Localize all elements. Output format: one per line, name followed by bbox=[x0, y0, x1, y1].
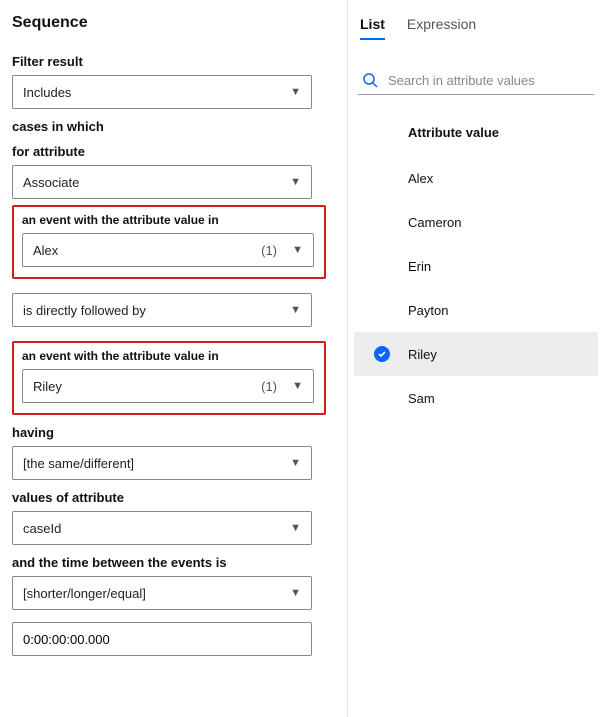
values-of-attribute-label: values of attribute bbox=[12, 490, 335, 505]
for-attribute-select[interactable]: Associate ▼ bbox=[12, 165, 312, 199]
time-between-select[interactable]: [shorter/longer/equal] ▼ bbox=[12, 576, 312, 610]
attribute-panel: List Expression Attribute value Alex Came… bbox=[348, 0, 606, 717]
page-title: Sequence bbox=[12, 14, 335, 32]
list-item-label: Erin bbox=[408, 259, 431, 274]
list-item-label: Riley bbox=[408, 347, 437, 362]
search-icon bbox=[362, 72, 378, 88]
event2-group: an event with the attribute value in Ril… bbox=[12, 341, 326, 415]
time-between-label: and the time between the events is bbox=[12, 555, 335, 570]
filter-result-value: Includes bbox=[23, 85, 301, 100]
event2-count: (1) bbox=[261, 379, 277, 394]
chevron-down-icon: ▼ bbox=[290, 457, 301, 469]
event2-label: an event with the attribute value in bbox=[22, 349, 316, 363]
duration-field[interactable] bbox=[23, 632, 301, 647]
check-icon bbox=[374, 346, 390, 362]
list-item[interactable]: Erin bbox=[354, 244, 598, 288]
list-item-label: Cameron bbox=[408, 215, 461, 230]
event1-group: an event with the attribute value in Ale… bbox=[12, 205, 326, 279]
event1-label: an event with the attribute value in bbox=[22, 213, 316, 227]
list-item-label: Alex bbox=[408, 171, 433, 186]
event1-select[interactable]: Alex (1) ▼ bbox=[22, 233, 314, 267]
tab-expression[interactable]: Expression bbox=[407, 16, 476, 40]
sequence-panel: Sequence Filter result Includes ▼ cases … bbox=[0, 0, 348, 717]
followed-by-select[interactable]: is directly followed by ▼ bbox=[12, 293, 312, 327]
duration-input[interactable] bbox=[12, 622, 312, 656]
chevron-down-icon: ▼ bbox=[290, 86, 301, 98]
filter-result-label: Filter result bbox=[12, 54, 335, 69]
chevron-down-icon: ▼ bbox=[290, 587, 301, 599]
search-row bbox=[358, 66, 594, 95]
event2-select[interactable]: Riley (1) ▼ bbox=[22, 369, 314, 403]
list-item[interactable]: Sam bbox=[354, 376, 598, 420]
chevron-down-icon: ▼ bbox=[290, 176, 301, 188]
chevron-down-icon: ▼ bbox=[290, 304, 301, 316]
check-slot bbox=[374, 346, 408, 362]
followed-by-value: is directly followed by bbox=[23, 303, 301, 318]
tabs: List Expression bbox=[354, 14, 598, 40]
having-value: [the same/different] bbox=[23, 456, 301, 471]
attribute-list: Alex Cameron Erin Payton Riley Sam bbox=[354, 156, 598, 420]
filter-result-select[interactable]: Includes ▼ bbox=[12, 75, 312, 109]
cases-in-which-label: cases in which bbox=[12, 119, 335, 134]
event1-count: (1) bbox=[261, 243, 277, 258]
list-item-label: Payton bbox=[408, 303, 448, 318]
time-between-value: [shorter/longer/equal] bbox=[23, 586, 301, 601]
for-attribute-label: for attribute bbox=[12, 144, 335, 159]
tab-list[interactable]: List bbox=[360, 16, 385, 40]
attribute-header: Attribute value bbox=[354, 95, 598, 156]
having-select[interactable]: [the same/different] ▼ bbox=[12, 446, 312, 480]
chevron-down-icon: ▼ bbox=[290, 522, 301, 534]
having-label: having bbox=[12, 425, 335, 440]
search-input[interactable] bbox=[388, 73, 590, 88]
list-item[interactable]: Riley bbox=[354, 332, 598, 376]
values-of-attribute-value: caseId bbox=[23, 521, 301, 536]
values-of-attribute-select[interactable]: caseId ▼ bbox=[12, 511, 312, 545]
list-item[interactable]: Cameron bbox=[354, 200, 598, 244]
chevron-down-icon: ▼ bbox=[292, 380, 303, 392]
chevron-down-icon: ▼ bbox=[292, 244, 303, 256]
list-item-label: Sam bbox=[408, 391, 435, 406]
list-item[interactable]: Alex bbox=[354, 156, 598, 200]
list-item[interactable]: Payton bbox=[354, 288, 598, 332]
for-attribute-value: Associate bbox=[23, 175, 301, 190]
